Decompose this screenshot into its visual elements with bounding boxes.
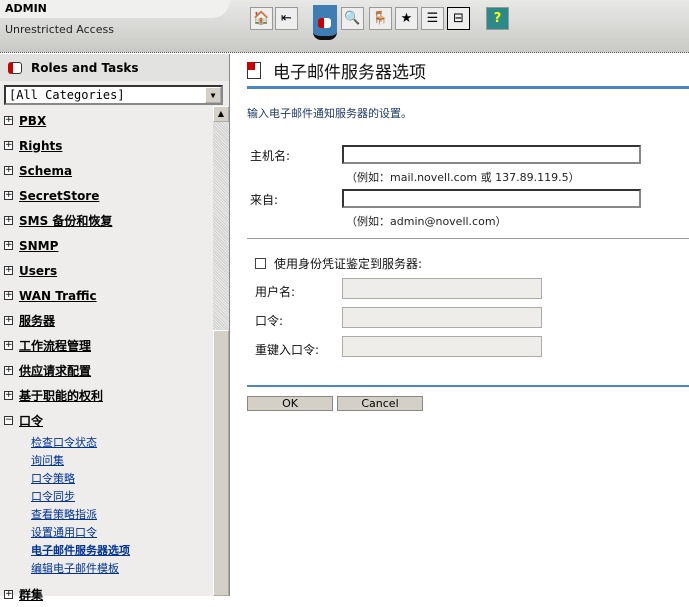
expand-icon[interactable]: + [4,366,13,375]
expand-icon[interactable]: + [4,241,13,250]
exit-icon[interactable]: ⇤ [275,7,298,30]
host-hint: （例如：mail.novell.com 或 137.89.119.5） [346,171,580,184]
roles-icon [8,61,22,74]
tree-node-label[interactable]: 服务器 [19,312,55,329]
host-input[interactable] [342,145,641,164]
username-input[interactable] [342,278,542,299]
task-link[interactable]: 询问集 [4,451,212,469]
tree-node-label[interactable]: SNMP [19,239,58,253]
sidebar: Roles and Tasks [All Categories] ▼ + PBX + R… [0,54,230,602]
tree-node-label[interactable]: Rights [19,139,62,153]
task-link[interactable]: 检查口令状态 [4,433,212,451]
task-link[interactable]: 口令策略 [4,469,212,487]
retype-password-input[interactable] [342,336,542,357]
tree-node[interactable]: + 基于职能的权利 [4,383,212,408]
tree-node[interactable]: + 群集 [4,582,212,607]
tree-node[interactable]: + SMS 备份和恢复 [4,208,212,233]
from-input[interactable] [342,189,641,208]
tree-node[interactable]: − 口令 [4,408,212,433]
tree-node-label[interactable]: SecretStore [19,189,99,203]
tree-node-label[interactable]: 供应请求配置 [19,362,91,379]
password-label: 口令: [255,314,284,328]
task-link[interactable]: 设置通用口令 [4,523,212,541]
from-label: 来自: [250,193,279,207]
page-title-text: 电子邮件服务器选项 [273,62,426,83]
expand-icon[interactable]: + [4,116,13,125]
task-link[interactable]: 电子邮件服务器选项 [4,541,212,559]
host-label: 主机名: [250,149,291,163]
scroll-thumb[interactable] [213,330,229,596]
page-title: 电子邮件服务器选项 [247,54,689,86]
from-hint: （例如：admin@novell.com） [346,215,507,228]
expand-icon[interactable]: + [4,191,13,200]
access-level: Unrestricted Access [5,23,114,36]
username-label: 用户名: [255,285,296,299]
home-icon[interactable]: 🏠 [250,7,273,30]
tree-node-label[interactable]: 工作流程管理 [19,337,91,354]
network-icon[interactable]: ⊟ [447,7,470,30]
auth-label: 使用身份凭证鉴定到服务器: [274,257,423,271]
tree-node[interactable]: + 供应请求配置 [4,358,212,383]
cancel-button[interactable]: Cancel [337,396,423,411]
tree-node[interactable]: + SecretStore [4,183,212,208]
auth-checkbox[interactable] [255,258,266,269]
header: ADMIN Unrestricted Access 🏠 ⇤ 🔍 🪑 ★ ☰ ⊟? [0,0,689,53]
main-panel: 电子邮件服务器选项 输入电子邮件通知服务器的设置。 主机名: （例如：mail.… [247,54,689,411]
desk-icon[interactable]: 🪑 [369,7,392,30]
task-icon [247,61,261,79]
task-tree: + PBX + Rights + Schema + SecretStore + SMS 备份和恢复… [4,108,212,607]
task-list-icon[interactable]: ☰ [421,7,444,30]
tree-node[interactable]: + 服务器 [4,308,212,333]
tree-node-label[interactable]: 群集 [19,586,43,603]
sidebar-header: Roles and Tasks [0,54,229,81]
expand-icon[interactable]: + [4,316,13,325]
expand-icon[interactable]: + [4,291,13,300]
tree-node-label[interactable]: WAN Traffic [19,289,97,303]
task-link[interactable]: 口令同步 [4,487,212,505]
roles-tasks-tab[interactable] [313,5,337,40]
sidebar-title: Roles and Tasks [31,60,139,75]
divider [247,86,689,89]
tree-node-label[interactable]: PBX [19,114,46,128]
retype-password-label: 重键入口令: [255,343,320,357]
star-icon[interactable]: ★ [395,7,418,30]
expand-icon[interactable]: + [4,590,13,599]
chevron-down-icon[interactable]: ▼ [205,87,221,103]
expand-icon[interactable]: + [4,216,13,225]
tree-node[interactable]: + Rights [4,133,212,158]
user-name: ADMIN [5,2,47,15]
tree-node[interactable]: + 工作流程管理 [4,333,212,358]
tree-node[interactable]: + Schema [4,158,212,183]
category-value: [All Categories] [9,88,125,102]
sidebar-scrollbar[interactable]: ▲ [213,106,229,596]
expand-icon[interactable]: + [4,341,13,350]
tree-node[interactable]: + WAN Traffic [4,283,212,308]
task-link[interactable]: 编辑电子邮件模板 [4,559,212,577]
tree-node[interactable]: + Users [4,258,212,283]
scroll-up-icon[interactable]: ▲ [213,106,229,122]
tree-node-label[interactable]: 基于职能的权利 [19,387,103,404]
task-link[interactable]: 查看策略指派 [4,505,212,523]
password-input[interactable] [342,307,542,328]
category-select[interactable]: [All Categories] ▼ [4,85,223,105]
tree-node-label[interactable]: 口令 [19,412,43,429]
tree-node[interactable]: + PBX [4,108,212,133]
search-object-icon[interactable]: 🔍 [341,7,364,30]
expand-icon[interactable]: + [4,391,13,400]
tree-node-label[interactable]: SMS 备份和恢复 [19,212,112,229]
tree-node[interactable]: + SNMP [4,233,212,258]
help-icon[interactable]: ? [486,7,509,30]
intro-text: 输入电子邮件通知服务器的设置。 [247,107,412,120]
tree-node-label[interactable]: Users [19,264,57,278]
collapse-icon[interactable]: − [4,416,13,425]
divider [247,385,689,387]
roles-icon [318,18,331,28]
ok-button[interactable]: OK [247,396,333,411]
tree-node-label[interactable]: Schema [19,164,72,178]
expand-icon[interactable]: + [4,141,13,150]
expand-icon[interactable]: + [4,266,13,275]
divider [247,238,689,239]
expand-icon[interactable]: + [4,166,13,175]
